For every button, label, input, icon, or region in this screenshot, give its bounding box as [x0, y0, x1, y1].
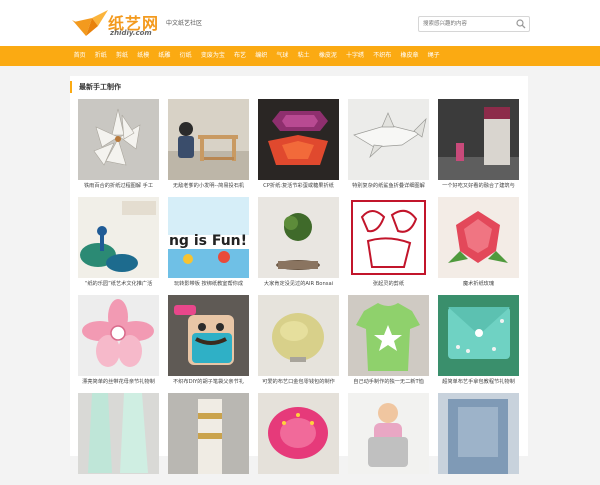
- nav-item-papercut[interactable]: 剪纸: [111, 46, 132, 66]
- nav-item-quilling[interactable]: 衍纸: [175, 46, 196, 66]
- nav-item-upcycle[interactable]: 变废为宝: [196, 46, 229, 66]
- craft-thumbnail[interactable]: [168, 295, 249, 376]
- craft-card[interactable]: [348, 393, 429, 485]
- craft-caption[interactable]: 魔术折纸玫瑰: [438, 280, 519, 289]
- craft-caption[interactable]: 一个好吃又好看的融合了建筑与: [438, 182, 519, 191]
- craft-caption[interactable]: 超简单布艺手拿包教程节礼物制: [438, 378, 519, 387]
- nav-items: 首页 折纸 剪纸 纸模 纸雕 衍纸 变废为宝 布艺 编织 气球 粘土 橡皮泥 十…: [69, 46, 444, 66]
- craft-card[interactable]: [168, 393, 249, 485]
- craft-caption[interactable]: “纸的乐园”纸艺术文化推广活: [78, 280, 159, 289]
- nav-item-felt[interactable]: 不织布: [369, 46, 396, 66]
- craft-caption[interactable]: [348, 476, 429, 485]
- main-nav: 首页 折纸 剪纸 纸模 纸雕 衍纸 变废为宝 布艺 编织 气球 粘土 橡皮泥 十…: [0, 46, 600, 66]
- craft-caption[interactable]: 自己动手制作的独一无二新T恤: [348, 378, 429, 387]
- craft-caption[interactable]: CP折纸:复活节彩蛋或糖果折纸: [258, 182, 339, 191]
- craft-thumbnail[interactable]: [78, 197, 159, 278]
- craft-caption[interactable]: 张起灵的剪纸: [348, 280, 429, 289]
- craft-caption[interactable]: 无敌老爹的小发明--简易投石机: [168, 182, 249, 191]
- nav-item-fabric[interactable]: 布艺: [229, 46, 250, 66]
- craft-thumbnail[interactable]: [258, 393, 339, 474]
- nav-item-weaving[interactable]: 编织: [251, 46, 272, 66]
- nav-item-paper-sculpture[interactable]: 纸雕: [154, 46, 175, 66]
- content-panel: 最新手工制作 铁雨百合的折纸过程图解 手工 无敌老爹的小发明--简易投石机 CP…: [70, 76, 528, 474]
- craft-card[interactable]: [258, 393, 339, 485]
- craft-caption[interactable]: 玩转影带板 按绑纸教室帮你成: [168, 280, 249, 289]
- craft-caption[interactable]: 铁雨百合的折纸过程图解 手工: [78, 182, 159, 191]
- logo-domain-text: zhidiy.com: [110, 29, 152, 37]
- craft-thumbnail[interactable]: [168, 393, 249, 474]
- craft-card[interactable]: CP折纸:复活节彩蛋或糖果折纸: [258, 99, 339, 191]
- craft-card[interactable]: 大家肯定没见过的AIR Bonsai: [258, 197, 339, 289]
- craft-thumbnail[interactable]: [438, 197, 519, 278]
- craft-card[interactable]: 自己动手制作的独一无二新T恤: [348, 295, 429, 387]
- craft-thumbnail[interactable]: [348, 99, 429, 180]
- craft-card[interactable]: 张起灵的剪纸: [348, 197, 429, 289]
- craft-card[interactable]: 不织布DIY的胡子笔袋父亲节礼: [168, 295, 249, 387]
- craft-caption[interactable]: [258, 476, 339, 485]
- craft-caption[interactable]: 漂亮简单的丝带花母亲节礼物制: [78, 378, 159, 387]
- paper-crane-logo-icon: [72, 10, 108, 36]
- craft-thumbnail[interactable]: [258, 295, 339, 376]
- nav-item-rubber-stamp[interactable]: 橡皮章: [396, 46, 423, 66]
- craft-card[interactable]: 魔术折纸玫瑰: [438, 197, 519, 289]
- nav-item-rope[interactable]: 绳子: [423, 46, 444, 66]
- craft-caption[interactable]: [78, 476, 159, 485]
- craft-thumbnail[interactable]: [258, 99, 339, 180]
- craft-caption[interactable]: 不织布DIY的胡子笔袋父亲节礼: [168, 378, 249, 387]
- craft-thumbnail[interactable]: [348, 295, 429, 376]
- craft-caption[interactable]: [168, 476, 249, 485]
- craft-card[interactable]: 漂亮简单的丝带花母亲节礼物制: [78, 295, 159, 387]
- section-title: 最新手工制作: [70, 81, 121, 93]
- craft-caption[interactable]: 可爱的布艺口金包零钱包的制作: [258, 378, 339, 387]
- craft-thumbnail[interactable]: [168, 99, 249, 180]
- craft-thumbnail[interactable]: [438, 393, 519, 474]
- craft-thumbnail[interactable]: [258, 197, 339, 278]
- craft-thumbnail[interactable]: [348, 393, 429, 474]
- craft-thumbnail[interactable]: [438, 99, 519, 180]
- craft-thumbnail[interactable]: [78, 393, 159, 474]
- svg-text:ng is Fun!: ng is Fun!: [169, 233, 247, 249]
- craft-thumbnail[interactable]: [78, 295, 159, 376]
- craft-thumbnail[interactable]: ng is Fun!: [168, 197, 249, 278]
- craft-card[interactable]: ng is Fun! 玩转影带板 按绑纸教室帮你成: [168, 197, 249, 289]
- craft-thumbnail[interactable]: [78, 99, 159, 180]
- craft-card[interactable]: 可爱的布艺口金包零钱包的制作: [258, 295, 339, 387]
- craft-card[interactable]: 无敌老爹的小发明--简易投石机: [168, 99, 249, 191]
- search-box: [418, 16, 530, 32]
- search-icon[interactable]: [516, 19, 526, 29]
- nav-item-clay[interactable]: 粘土: [293, 46, 314, 66]
- craft-card[interactable]: 超简单布艺手拿包教程节礼物制: [438, 295, 519, 387]
- site-logo[interactable]: 纸艺网 zhidiy.com: [72, 8, 164, 38]
- nav-item-balloon[interactable]: 气球: [272, 46, 293, 66]
- craft-card[interactable]: 特别复杂的纸鲨鱼折叠详细图解: [348, 99, 429, 191]
- nav-item-home[interactable]: 首页: [69, 46, 90, 66]
- nav-item-origami[interactable]: 折纸: [90, 46, 111, 66]
- nav-item-cross-stitch[interactable]: 十字绣: [341, 46, 368, 66]
- craft-caption[interactable]: 特别复杂的纸鲨鱼折叠详细图解: [348, 182, 429, 191]
- craft-card[interactable]: 铁雨百合的折纸过程图解 手工: [78, 99, 159, 191]
- search-input[interactable]: [423, 18, 513, 30]
- craft-card[interactable]: [78, 393, 159, 485]
- site-slogan: 中文纸艺社区: [166, 20, 203, 27]
- craft-caption[interactable]: 大家肯定没见过的AIR Bonsai: [258, 280, 339, 289]
- craft-thumbnail[interactable]: [348, 197, 429, 278]
- craft-card[interactable]: [438, 393, 519, 485]
- nav-item-plasticine[interactable]: 橡皮泥: [314, 46, 341, 66]
- craft-caption[interactable]: [438, 476, 519, 485]
- craft-card[interactable]: “纸的乐园”纸艺术文化推广活: [78, 197, 159, 289]
- craft-thumbnail[interactable]: [438, 295, 519, 376]
- nav-item-paper-model[interactable]: 纸模: [133, 46, 154, 66]
- craft-card[interactable]: 一个好吃又好看的融合了建筑与: [438, 99, 519, 191]
- site-header: 纸艺网 zhidiy.com 中文纸艺社区: [0, 0, 600, 46]
